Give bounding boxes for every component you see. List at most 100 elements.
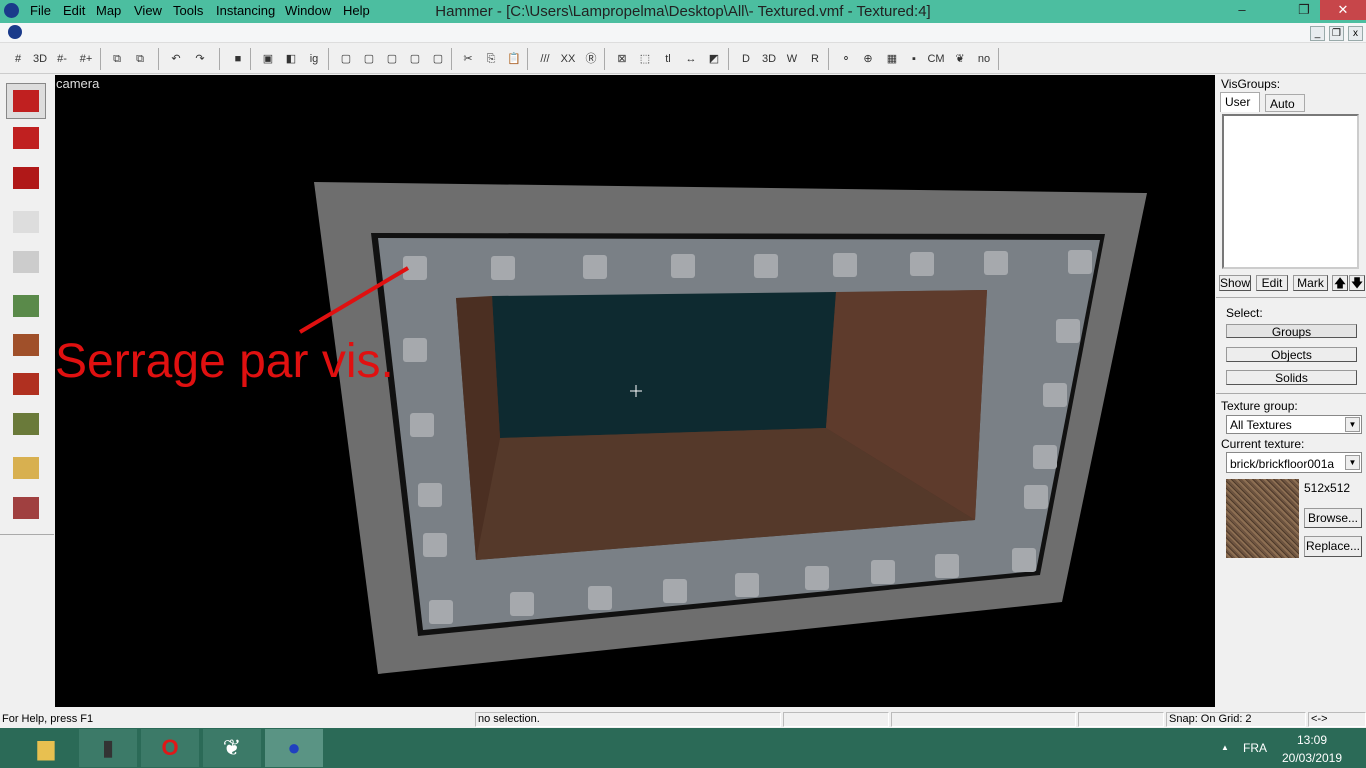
- decal-icon: [13, 373, 39, 395]
- helpers-icon[interactable]: ⚬: [836, 49, 856, 69]
- texture-group-select[interactable]: All Textures ▼: [1226, 415, 1362, 434]
- flip-icon[interactable]: ◩: [704, 49, 724, 69]
- selection-tool[interactable]: [6, 83, 46, 119]
- copy-icon[interactable]: ⎘: [481, 49, 501, 69]
- redo-icon[interactable]: ↷: [190, 49, 210, 69]
- magnify-tool[interactable]: [6, 120, 46, 156]
- ignore-groups-icon[interactable]: ig: [304, 49, 324, 69]
- toolbar-separator: [998, 48, 999, 70]
- toggle-2d-models-icon[interactable]: D: [736, 49, 756, 69]
- mark-button[interactable]: Mark: [1293, 275, 1328, 291]
- document-icon[interactable]: [8, 25, 22, 39]
- toggle-grid-icon[interactable]: ▦: [882, 49, 902, 69]
- texture-scaling-lock-icon[interactable]: XX: [558, 49, 578, 69]
- clipping-tool[interactable]: [6, 450, 46, 486]
- entity-icon[interactable]: ⊕: [858, 49, 878, 69]
- smaller-grid-icon[interactable]: #-: [52, 49, 72, 69]
- camera-viewport[interactable]: [55, 75, 1215, 707]
- move-up-button[interactable]: 🡅: [1332, 275, 1348, 291]
- overlay-tool[interactable]: [6, 406, 46, 442]
- mouse-app-icon[interactable]: ▮: [79, 729, 137, 767]
- menu-tools[interactable]: Tools: [173, 3, 203, 18]
- bolt: [984, 251, 1008, 275]
- decal-tool[interactable]: [6, 366, 46, 402]
- move-down-button[interactable]: 🡇: [1349, 275, 1365, 291]
- block-tool[interactable]: [6, 244, 46, 280]
- camera-tool[interactable]: [6, 160, 46, 196]
- select-by-handle-icon[interactable]: ⬚: [635, 49, 655, 69]
- menu-help[interactable]: Help: [343, 3, 370, 18]
- vertex-tool[interactable]: [6, 490, 46, 526]
- mdi-restore-button[interactable]: ❐: [1329, 26, 1344, 41]
- transform-icon[interactable]: ↔: [681, 49, 701, 69]
- menu-file[interactable]: File: [30, 3, 51, 18]
- show-all-icon[interactable]: ▢: [382, 49, 402, 69]
- 3d-models-icon[interactable]: 3D: [759, 49, 779, 69]
- toggle-texture-lock-icon[interactable]: ///: [535, 49, 555, 69]
- hide-icon[interactable]: ■: [228, 49, 248, 69]
- radius-culling-icon[interactable]: Ⓡ: [581, 49, 601, 69]
- toggle-render-icon[interactable]: R: [805, 49, 825, 69]
- chevron-down-icon[interactable]: ▼: [1345, 455, 1360, 470]
- undo-icon[interactable]: ↶: [166, 49, 186, 69]
- entity-tool[interactable]: [6, 204, 46, 240]
- larger-grid-icon[interactable]: #+: [76, 49, 96, 69]
- menu-view[interactable]: View: [134, 3, 162, 18]
- selection-box-icon[interactable]: ⊠: [612, 49, 632, 69]
- cordon-icon[interactable]: ▢: [405, 49, 425, 69]
- show-button[interactable]: Show: [1219, 275, 1251, 291]
- close-button[interactable]: ✕: [1320, 0, 1366, 20]
- hammer-taskbar-icon[interactable]: ●: [265, 729, 323, 767]
- select-groups-button[interactable]: Groups: [1226, 324, 1357, 339]
- texture-application-tool[interactable]: [6, 288, 46, 324]
- toggle-cordon-icon[interactable]: ▪: [904, 49, 924, 69]
- file-explorer-icon[interactable]: ▆: [17, 729, 75, 767]
- bolt: [1056, 319, 1080, 343]
- tray-arrow-icon[interactable]: ▲: [1221, 743, 1229, 752]
- tab-user[interactable]: User: [1220, 92, 1260, 112]
- menu-edit[interactable]: Edit: [63, 3, 85, 18]
- visgroups-list[interactable]: [1222, 114, 1359, 269]
- leaf-icon[interactable]: ❦: [950, 49, 970, 69]
- drill-app-icon[interactable]: ❦: [203, 729, 261, 767]
- minimize-button[interactable]: –: [1227, 0, 1257, 20]
- menu-instancing[interactable]: Instancing: [216, 3, 275, 18]
- language-indicator[interactable]: FRA: [1243, 741, 1267, 755]
- tab-auto[interactable]: Auto: [1265, 94, 1305, 112]
- mdi-close-button[interactable]: x: [1348, 26, 1363, 41]
- menu-window[interactable]: Window: [285, 3, 331, 18]
- select-solids-button[interactable]: Solids: [1226, 370, 1357, 385]
- current-texture-select[interactable]: brick/brickfloor001a ▼: [1226, 452, 1362, 473]
- camera-icon: [13, 167, 39, 189]
- edit-button[interactable]: Edit: [1256, 275, 1288, 291]
- select-objects-button[interactable]: Objects: [1226, 347, 1357, 362]
- mdi-minimize-button[interactable]: _: [1310, 26, 1325, 41]
- hide-selected-icon[interactable]: ▢: [336, 49, 356, 69]
- browse-button[interactable]: Browse...: [1304, 508, 1362, 528]
- group-objects-icon[interactable]: ▣: [258, 49, 278, 69]
- cut-icon[interactable]: ✂: [458, 49, 478, 69]
- restore-button[interactable]: ❐: [1289, 0, 1319, 20]
- apply-texture-tool[interactable]: [6, 327, 46, 363]
- texture-lock-icon[interactable]: tl: [658, 49, 678, 69]
- toggle-wireframe-icon[interactable]: W: [782, 49, 802, 69]
- group-icon[interactable]: ⧉: [130, 49, 150, 69]
- bolt: [410, 413, 434, 437]
- menu-map[interactable]: Map: [96, 3, 121, 18]
- 3d-grid-icon[interactable]: 3D: [30, 49, 50, 69]
- clock-date[interactable]: 20/03/2019: [1278, 751, 1346, 765]
- cordon-hide-icon[interactable]: ▢: [428, 49, 448, 69]
- grid-icon[interactable]: #: [8, 49, 28, 69]
- replace-button[interactable]: Replace...: [1304, 536, 1362, 557]
- clock-time[interactable]: 13:09: [1282, 733, 1342, 747]
- paste-icon[interactable]: 📋: [504, 49, 524, 69]
- nodraw-icon[interactable]: no: [974, 49, 994, 69]
- ungroup-icon[interactable]: ◧: [281, 49, 301, 69]
- carve-icon[interactable]: ⧉: [107, 49, 127, 69]
- hide-unselected-icon[interactable]: ▢: [359, 49, 379, 69]
- texture-preview[interactable]: [1226, 479, 1299, 558]
- toolbar-separator: [527, 48, 528, 70]
- cubemap-icon[interactable]: CM: [926, 49, 946, 69]
- chevron-down-icon[interactable]: ▼: [1345, 417, 1360, 432]
- opera-icon[interactable]: O: [141, 729, 199, 767]
